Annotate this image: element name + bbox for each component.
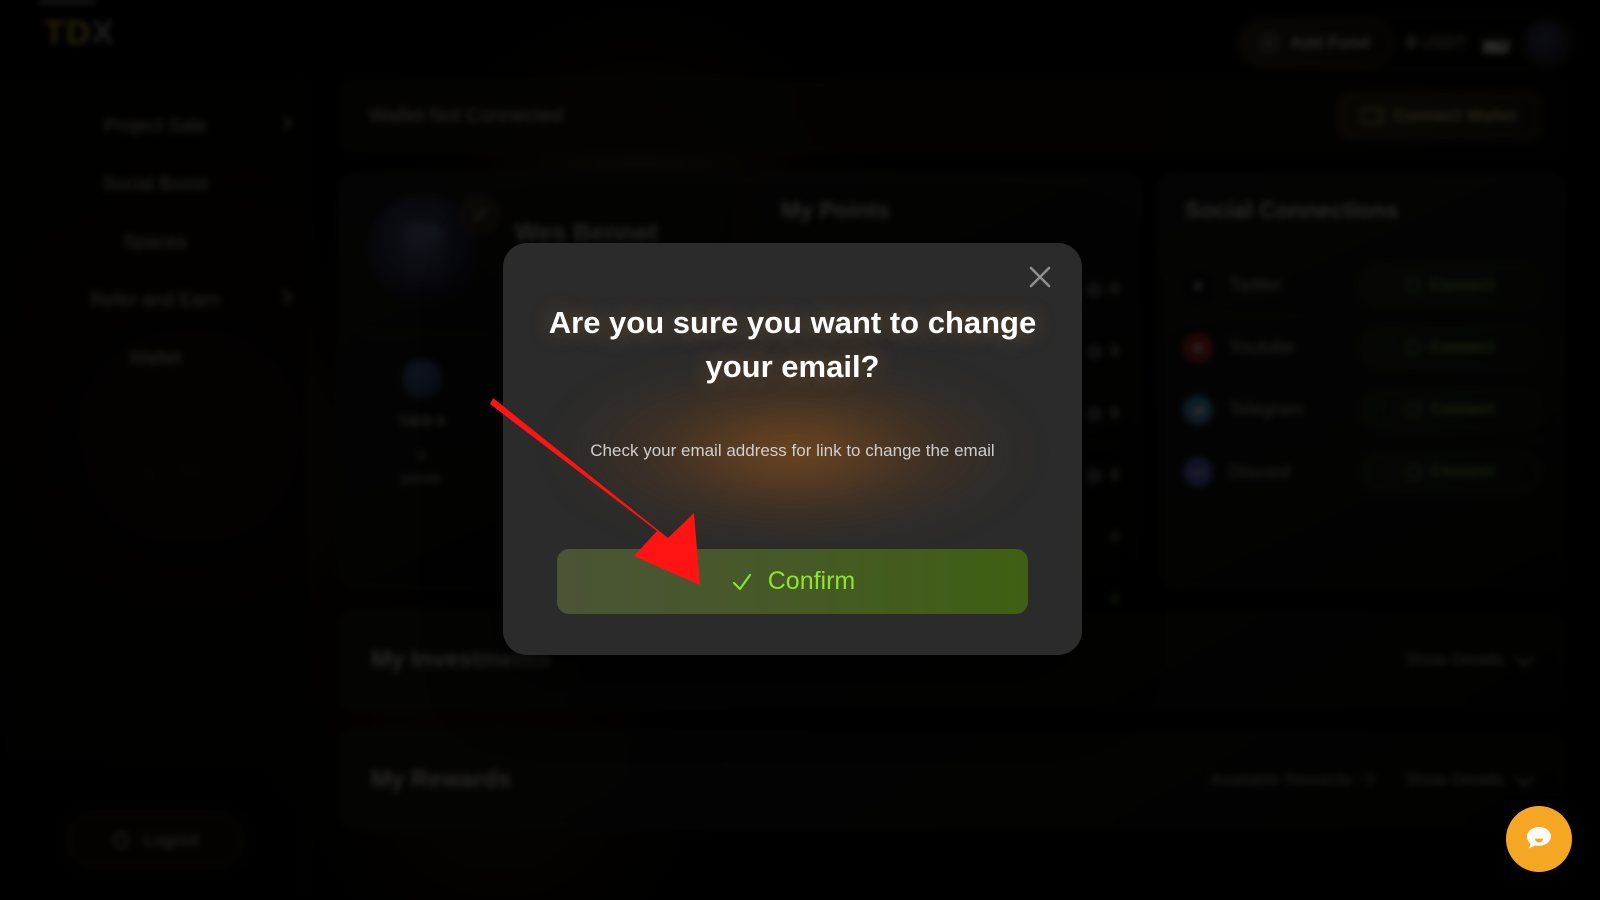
dialog-subtitle: Check your email address for link to cha… [590, 441, 995, 460]
confirm-label: Confirm [767, 567, 856, 595]
close-icon [1029, 266, 1051, 288]
app-root: TDX Add Fund 0 USDT Project Sale Social … [0, 0, 1600, 900]
dialog-title: Are you sure you want to change your ema… [548, 305, 1037, 385]
chat-bubble-icon [1527, 827, 1551, 849]
confirm-email-change-dialog: Are you sure you want to change your ema… [503, 243, 1082, 655]
confirm-button[interactable]: Confirm [557, 549, 1028, 614]
close-dialog-button[interactable] [1020, 257, 1060, 297]
chat-widget-button[interactable] [1506, 806, 1572, 872]
check-icon [732, 573, 751, 590]
